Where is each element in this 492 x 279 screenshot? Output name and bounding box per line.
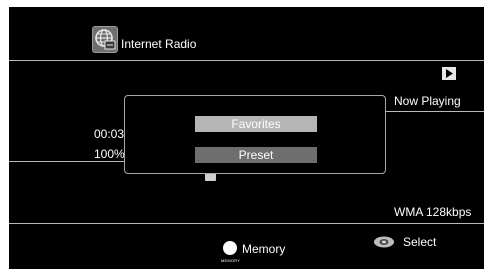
select-label[interactable]: Select	[403, 235, 436, 249]
tv-screen: Internet Radio Now Playing 00:03 100% WM…	[0, 0, 492, 279]
buffer-percent: 100%	[94, 147, 125, 161]
source-title: Internet Radio	[121, 37, 197, 51]
elapsed-time: 00:03	[94, 127, 125, 141]
bitrate-label: WMA 128kbps	[394, 205, 472, 219]
play-icon	[442, 67, 456, 80]
menu-item-preset[interactable]: Preset	[195, 147, 317, 163]
info-icon	[205, 173, 216, 181]
osd-panel: Internet Radio Now Playing 00:03 100% WM…	[9, 7, 484, 269]
footer-divider	[9, 223, 484, 224]
memory-key-caption: MEMORY	[221, 258, 241, 263]
info-divider	[9, 161, 129, 162]
dpad-select-icon	[373, 235, 395, 248]
popup-menu: Favorites Preset	[124, 95, 386, 174]
now-playing-label: Now Playing	[394, 94, 461, 108]
menu-item-favorites[interactable]: Favorites	[195, 116, 317, 132]
circle-button-icon	[223, 241, 237, 255]
now-playing-divider	[374, 111, 484, 112]
header-divider	[9, 60, 484, 61]
memory-label[interactable]: Memory	[242, 242, 285, 256]
globe-radio-icon	[92, 26, 118, 53]
